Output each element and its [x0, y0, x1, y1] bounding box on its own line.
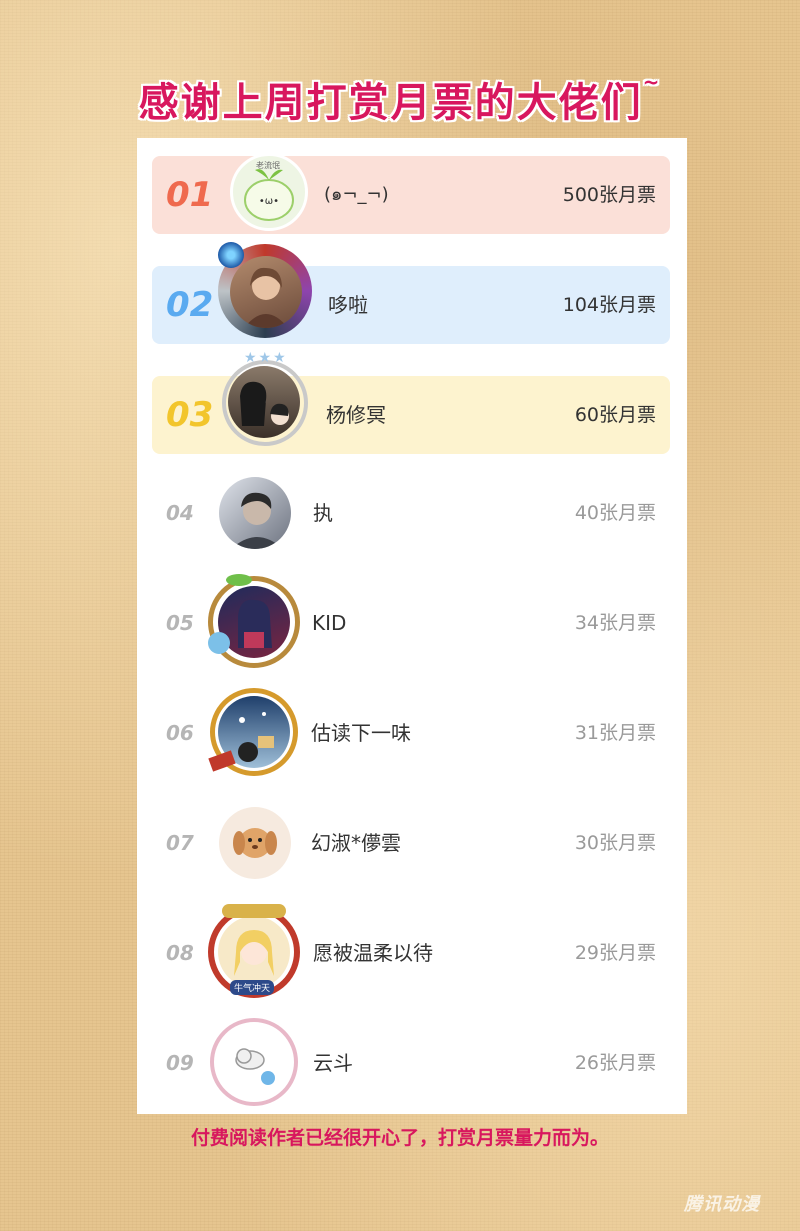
anime-characters-icon[interactable]	[228, 366, 300, 438]
rank-number: 04	[166, 501, 194, 525]
vote-count: 60张月票	[574, 404, 656, 426]
ox-horns-icon	[222, 904, 286, 918]
user-name: 估读下一味	[311, 721, 411, 745]
cloud-bird-icon[interactable]	[218, 1026, 290, 1098]
list-item[interactable]: 09 云斗 26张月票	[152, 1018, 670, 1106]
rank-number: 01	[166, 175, 214, 215]
vote-count: 34张月票	[574, 612, 656, 634]
rank-number: 09	[166, 1051, 194, 1075]
list-item[interactable]: 03 ★★★ 杨修冥 60张月票	[152, 350, 670, 454]
user-name: 哆啦	[328, 293, 368, 317]
vote-count: 31张月票	[574, 722, 656, 744]
blonde-girl-icon[interactable]	[218, 916, 290, 988]
list-item[interactable]: 02 哆啦 104张月票	[152, 242, 670, 344]
user-name: 执	[313, 501, 333, 525]
user-name: 愿被温柔以待	[313, 941, 433, 965]
page-title: 感谢上周打赏月票的大佬们~	[0, 70, 800, 128]
portrait-photo-icon[interactable]	[230, 256, 302, 328]
star-ornament-icon: ★★★	[244, 350, 288, 366]
list-item[interactable]: 08 牛气冲天 愿被温柔以待 29张月票	[152, 904, 670, 998]
vote-count: 40张月票	[574, 502, 656, 524]
leaderboard-panel: 01 •ω• 老流氓 (๑¬_¬) 500张月票 02 哆啦 104张月票 03…	[137, 138, 687, 1114]
eye-orb-icon	[218, 242, 244, 268]
user-name: (๑¬_¬)	[324, 184, 389, 205]
list-item[interactable]: 04 执 40张月票	[152, 474, 670, 552]
vote-count: 30张月票	[574, 832, 656, 854]
user-name: 幻淑*儚雲	[311, 831, 401, 855]
vote-count: 26张月票	[574, 1052, 656, 1074]
user-name: 云斗	[313, 1051, 353, 1075]
puppy-icon[interactable]	[219, 807, 291, 879]
list-item[interactable]: 01 •ω• 老流氓 (๑¬_¬) 500张月票	[152, 153, 670, 234]
list-item[interactable]: 07 幻淑*儚雲 30张月票	[152, 804, 670, 882]
vote-count: 29张月票	[574, 942, 656, 964]
avatar-label: 牛气冲天	[230, 980, 275, 995]
rank-number: 08	[166, 941, 194, 965]
vote-count: 104张月票	[562, 294, 656, 316]
list-item[interactable]: 06 估读下一味 31张月票	[152, 688, 670, 776]
user-name: KID	[312, 611, 347, 635]
vote-count: 500张月票	[562, 184, 656, 206]
footer-note: 付费阅读作者已经很开心了，打赏月票量力而为。	[190, 1127, 609, 1149]
rank-number: 06	[166, 721, 194, 745]
user-name: 杨修冥	[326, 403, 386, 427]
svg-text:•ω•: •ω•	[259, 196, 279, 207]
leaf-ornament-icon	[226, 574, 252, 586]
person-photo-icon[interactable]	[219, 477, 291, 549]
rank-number: 05	[166, 611, 194, 635]
brand-watermark: 腾讯动漫	[684, 1194, 760, 1215]
title-text: 感谢上周打赏月票的大佬们	[138, 80, 643, 126]
rank-number: 03	[166, 395, 214, 435]
rank-number: 02	[166, 285, 214, 325]
title-tilde: ~	[642, 70, 662, 94]
bear-ornament-icon	[208, 632, 230, 654]
avatar-label: 老流氓	[256, 161, 280, 170]
rank-number: 07	[166, 831, 194, 855]
list-item[interactable]: 05 KID 34张月票	[152, 574, 670, 668]
